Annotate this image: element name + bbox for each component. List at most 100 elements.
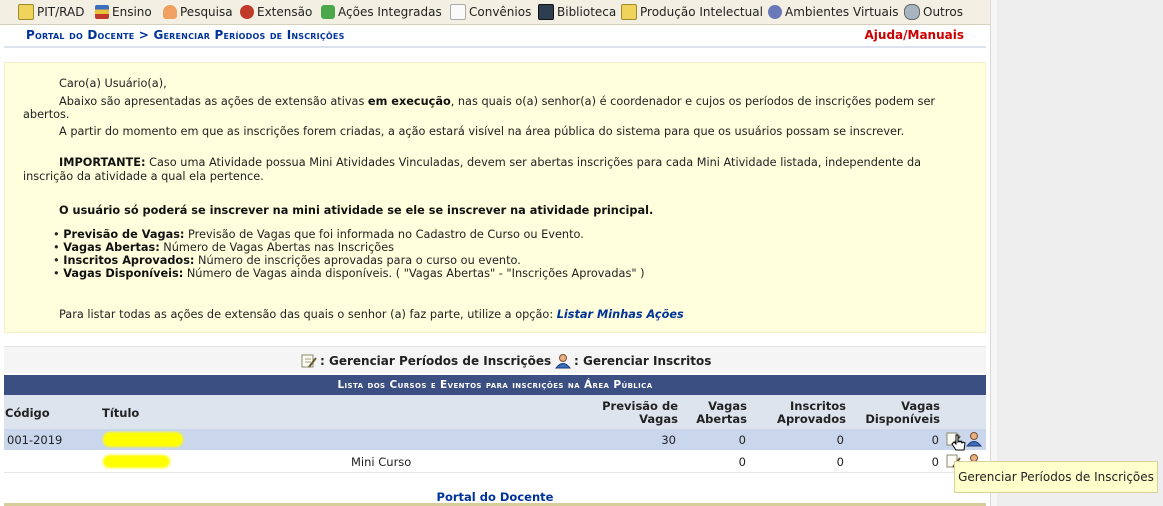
- menu-item-outros[interactable]: Outros: [904, 4, 963, 20]
- menu-item-extensao[interactable]: Extensão: [240, 4, 312, 20]
- menu-label: Produção Intelectual: [640, 5, 763, 19]
- cell-vagas-disponiveis: 0: [931, 455, 939, 469]
- books-icon: [95, 5, 109, 19]
- help-link[interactable]: Ajuda/Manuais: [865, 28, 965, 42]
- menu-label: Biblioteca: [557, 5, 617, 19]
- flask-icon: [163, 5, 177, 19]
- notebook-icon: [621, 4, 637, 20]
- page-title: Portal do Docente > Gerenciar Períodos d…: [26, 28, 345, 42]
- library-icon: [538, 4, 554, 20]
- cell-previsao: 30: [661, 433, 676, 447]
- header-disponiveis-l2: Disponíveis: [865, 412, 940, 426]
- bullet-term: Previsão de Vagas:: [63, 228, 185, 241]
- important-body: Caso uma Atividade possua Mini Atividade…: [145, 156, 922, 169]
- intro-text-a: Abaixo são apresentadas as ações de exte…: [59, 95, 368, 108]
- important-text: IMPORTANTE: Caso uma Atividade possua Mi…: [59, 156, 989, 169]
- menu-label: Ensino: [112, 5, 152, 19]
- menu-item-producao-intelectual[interactable]: Produção Intelectual: [621, 4, 763, 20]
- cell-codigo: 001-2019: [7, 433, 63, 447]
- menu-label: Ações Integradas: [338, 5, 442, 19]
- bullet-desc: Número de Vagas ainda disponíveis. ( "Va…: [183, 267, 645, 280]
- bullet-desc: Número de Vagas Abertas nas Inscrições: [159, 241, 395, 254]
- cell-vagas-disponiveis: 0: [931, 433, 939, 447]
- right-panel: [990, 0, 1163, 506]
- list-actions-text: Para listar todas as ações de extensão d…: [59, 308, 684, 321]
- notepad-icon: [18, 4, 34, 20]
- table-caption: Lista dos Cursos e Eventos para inscriçõ…: [4, 375, 986, 395]
- menu-label: Outros: [923, 5, 964, 19]
- legend-manage-enrolled: : Gerenciar Inscritos: [554, 353, 711, 369]
- header-titulo: Título: [102, 406, 140, 420]
- menu-label: Pesquisa: [180, 5, 233, 19]
- intro-text-c: , nas quais o(a) senhor(a) é coordenador…: [450, 95, 936, 108]
- legend-label: : Gerenciar Inscritos: [574, 354, 712, 368]
- header-aprovados-l2: Aprovados: [777, 412, 846, 426]
- hand-cursor-icon: [951, 434, 966, 451]
- documents-icon: [450, 4, 466, 20]
- header-abertas-l2: Abertas: [696, 412, 747, 426]
- document-edit-icon: [301, 354, 317, 368]
- intro-text-cont: abertos.: [23, 108, 70, 121]
- redaction-highlight: [103, 432, 183, 447]
- header-previsao-l2: Vagas: [639, 412, 678, 426]
- table-row: Mini Curso 0 0 0: [4, 451, 986, 473]
- legend-label: : Gerenciar Períodos de Inscrições: [320, 354, 552, 368]
- menu-item-ensino[interactable]: Ensino: [95, 4, 152, 20]
- bullet-vagas-disponiveis: • Vagas Disponíveis: Número de Vagas ain…: [53, 267, 645, 280]
- cell-vagas-abertas: 0: [738, 455, 746, 469]
- menu-item-ambientes-virtuais[interactable]: Ambientes Virtuais: [768, 4, 898, 20]
- cell-vagas-abertas: 0: [738, 433, 746, 447]
- intro-text: Abaixo são apresentadas as ações de exte…: [59, 95, 959, 108]
- cell-inscritos-aprovados: 0: [836, 455, 844, 469]
- menu-label: Ambientes Virtuais: [785, 5, 899, 19]
- bullet-vagas-abertas: • Vagas Abertas: Número de Vagas Abertas…: [53, 241, 395, 254]
- menu-item-pesquisa[interactable]: Pesquisa: [163, 4, 233, 20]
- globe-icon: [904, 4, 920, 20]
- header-previsao: Previsão de Vagas: [580, 400, 678, 426]
- table-row: 001-2019 30 0 0 0: [4, 429, 986, 450]
- tools-icon: [240, 5, 254, 19]
- manage-enrolled-button[interactable]: [966, 431, 982, 447]
- menu-item-acoes-integradas[interactable]: Ações Integradas: [321, 4, 442, 20]
- bullet-term: Vagas Disponíveis:: [63, 267, 184, 280]
- list-actions-label: Para listar todas as ações de extensão d…: [59, 308, 557, 321]
- menu-item-pit-rad[interactable]: PIT/RAD: [18, 4, 84, 20]
- header-vagas-disponiveis: Vagas Disponíveis: [854, 400, 940, 426]
- tooltip: Gerenciar Períodos de Inscrições: [954, 461, 1158, 493]
- list-my-actions-link[interactable]: Listar Minhas Ações: [557, 308, 684, 321]
- important-text-cont: inscrição da atividade a qual ela perten…: [23, 170, 264, 183]
- redaction-highlight: [103, 455, 170, 468]
- title-bar: Portal do Docente > Gerenciar Períodos d…: [4, 25, 986, 48]
- info-box: Caro(a) Usuário(a), Abaixo são apresenta…: [4, 62, 986, 333]
- menu-label: Extensão: [257, 5, 313, 19]
- cell-inscritos-aprovados: 0: [836, 433, 844, 447]
- header-vagas-abertas: Vagas Abertas: [694, 400, 747, 426]
- intro-text-bold: em execução: [367, 95, 451, 108]
- cell-titulo: Mini Curso: [351, 455, 412, 469]
- user-icon: [554, 354, 572, 369]
- menu-item-convenios[interactable]: Convênios: [450, 4, 531, 20]
- header-inscritos-aprovados: Inscritos Aprovados: [764, 400, 846, 426]
- panel-edge: [990, 0, 997, 506]
- principal-notice: O usuário só poderá se inscrever na mini…: [59, 204, 654, 217]
- visibility-text: A partir do momento em que as inscrições…: [59, 125, 905, 138]
- bullet-inscritos-aprovados: • Inscritos Aprovados: Número de inscriç…: [53, 254, 521, 267]
- greeting-text: Caro(a) Usuário(a),: [59, 77, 167, 90]
- important-label: IMPORTANTE:: [59, 156, 146, 169]
- main-area: PIT/RAD Ensino Pesquisa Extensão Ações I…: [0, 0, 990, 506]
- actions-legend: : Gerenciar Períodos de Inscrições : Ger…: [4, 346, 986, 373]
- table-header: Código Título Previsão de Vagas Vagas Aber…: [4, 395, 986, 429]
- puzzle-icon: [321, 5, 335, 19]
- legend-manage-periods: : Gerenciar Períodos de Inscrições: [300, 353, 551, 369]
- bullet-previsao: • Previsão de Vagas: Previsão de Vagas q…: [53, 228, 584, 241]
- menu-item-biblioteca[interactable]: Biblioteca: [538, 4, 616, 20]
- footer-portal-link[interactable]: Portal do Docente: [4, 490, 986, 504]
- header-codigo: Código: [5, 406, 50, 420]
- bullet-desc: Número de inscrições aprovadas para o cu…: [194, 254, 521, 267]
- menu-label: Convênios: [469, 5, 532, 19]
- menu-label: PIT/RAD: [37, 5, 85, 19]
- top-menu: PIT/RAD Ensino Pesquisa Extensão Ações I…: [0, 0, 990, 25]
- bullet-term: Vagas Abertas:: [63, 241, 160, 254]
- bullet-term: Inscritos Aprovados:: [63, 254, 195, 267]
- network-icon: [768, 5, 782, 19]
